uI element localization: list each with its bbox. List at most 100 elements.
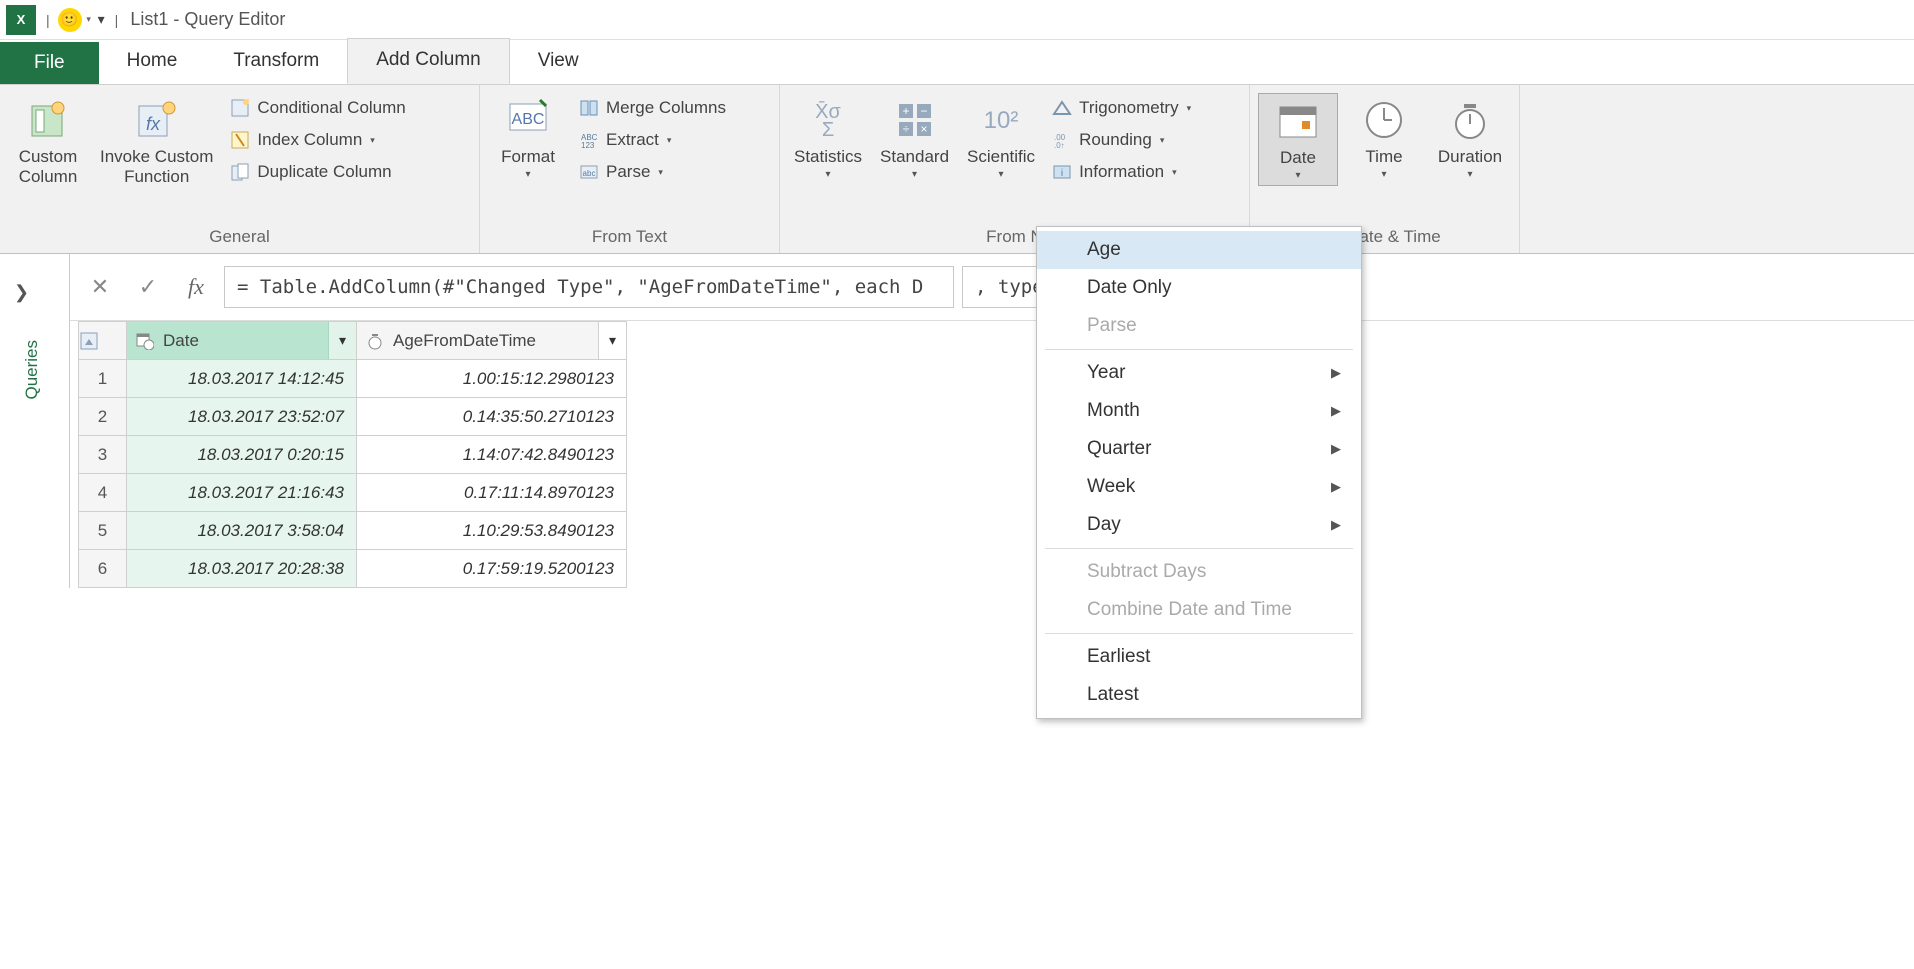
svg-text:ABC: ABC [512,111,545,128]
menu-item-quarter[interactable]: Quarter▶ [1037,430,1361,468]
formula-cancel-button[interactable]: ✕ [80,269,120,305]
menu-item-age-label: Age [1087,239,1121,261]
custom-column-label: Custom Column [19,147,78,188]
menu-item-latest-label: Latest [1087,684,1139,706]
chevron-down-icon: ▾ [609,332,616,349]
scientific-button[interactable]: 10² Scientific ▾ [961,93,1041,184]
cell-date[interactable]: 18.03.2017 14:12:45 [127,360,357,398]
index-column-dropdown-icon: ▾ [370,135,375,146]
cell-date[interactable]: 18.03.2017 21:16:43 [127,474,357,512]
column-header-date[interactable]: Date ▾ [127,322,357,360]
row-number[interactable]: 1 [79,360,127,398]
cell-date[interactable]: 18.03.2017 20:28:38 [127,550,357,588]
rounding-dropdown-icon: ▾ [1160,135,1165,146]
smiley-dropdown[interactable]: ▾ [84,8,94,32]
time-button[interactable]: Time ▾ [1344,93,1424,184]
format-button[interactable]: ABC Format ▾ [488,93,568,184]
menu-separator [1045,349,1353,350]
duration-button[interactable]: Duration ▾ [1430,93,1510,184]
tab-view[interactable]: View [510,40,607,84]
table-corner-button[interactable] [79,322,127,360]
queries-pane-label[interactable]: Queries [22,340,42,400]
cell-agefromdatetime[interactable]: 0.17:59:19.5200123 [357,550,627,588]
fx-icon: fx [176,269,216,305]
column-header-age[interactable]: AgeFromDateTime ▾ [357,322,627,360]
cell-date[interactable]: 18.03.2017 23:52:07 [127,398,357,436]
cell-agefromdatetime[interactable]: 0.14:35:50.2710123 [357,398,627,436]
parse-button[interactable]: abc Parse ▾ [574,159,730,185]
custom-column-button[interactable]: Custom Column [8,93,88,192]
trigonometry-button[interactable]: Trigonometry ▾ [1047,95,1195,121]
row-number[interactable]: 6 [79,550,127,588]
format-icon: ABC [505,97,551,143]
menu-item-week-label: Week [1087,476,1135,498]
tab-file[interactable]: File [0,42,99,84]
formula-commit-button[interactable]: ✓ [128,269,168,305]
tab-transform[interactable]: Transform [205,40,347,84]
svg-text:−: − [920,104,927,118]
table-row[interactable]: 318.03.2017 0:20:151.14:07:42.8490123 [79,436,627,474]
menu-item-year[interactable]: Year▶ [1037,354,1361,392]
cell-agefromdatetime[interactable]: 0.17:11:14.8970123 [357,474,627,512]
queries-expand-chevron-icon[interactable]: ❯ [0,274,43,311]
conditional-column-button[interactable]: Conditional Column [225,95,409,121]
cell-agefromdatetime[interactable]: 1.14:07:42.8490123 [357,436,627,474]
duplicate-column-button[interactable]: Duplicate Column [225,159,409,185]
menu-item-subtract-days-label: Subtract Days [1087,561,1206,583]
menu-item-month[interactable]: Month▶ [1037,392,1361,430]
standard-label: Standard [880,147,949,167]
svg-text:+: + [902,104,909,118]
standard-button[interactable]: +−÷× Standard ▾ [874,93,955,184]
menu-item-subtract-days: Subtract Days [1037,553,1361,591]
table-row[interactable]: 218.03.2017 23:52:070.14:35:50.2710123 [79,398,627,436]
table-row[interactable]: 518.03.2017 3:58:041.10:29:53.8490123 [79,512,627,550]
menu-item-date-only[interactable]: Date Only [1037,269,1361,307]
tab-home[interactable]: Home [99,40,206,84]
conditional-column-label: Conditional Column [257,98,405,118]
tab-add-column[interactable]: Add Column [347,38,510,84]
smiley-icon[interactable]: 🙂 [58,8,82,32]
svg-text:×: × [920,122,927,136]
menu-item-age[interactable]: Age [1037,231,1361,269]
menu-item-day[interactable]: Day▶ [1037,506,1361,544]
column-filter-date[interactable]: ▾ [328,322,356,359]
index-column-icon [229,129,251,151]
table-row[interactable]: 618.03.2017 20:28:380.17:59:19.5200123 [79,550,627,588]
duration-label: Duration [1438,147,1502,167]
trigonometry-dropdown-icon: ▾ [1187,103,1192,114]
date-dropdown-icon: ▾ [1295,170,1300,181]
merge-columns-button[interactable]: Merge Columns [574,95,730,121]
title-separator: | [46,12,50,28]
formula-bar: ✕ ✓ fx [70,254,1914,321]
statistics-button[interactable]: X̄σΣ Statistics ▾ [788,93,868,184]
column-filter-age[interactable]: ▾ [598,322,626,359]
title-separator-2: | [115,12,119,28]
menu-item-week[interactable]: Week▶ [1037,468,1361,506]
information-button[interactable]: i Information ▾ [1047,159,1195,185]
svg-text:Σ: Σ [822,119,834,141]
qat-customize-dropdown[interactable]: ▾ [98,11,105,28]
row-number[interactable]: 2 [79,398,127,436]
window-title: List1 - Query Editor [130,9,285,30]
table-row[interactable]: 118.03.2017 14:12:451.00:15:12.2980123 [79,360,627,398]
row-number[interactable]: 3 [79,436,127,474]
table-row[interactable]: 418.03.2017 21:16:430.17:11:14.8970123 [79,474,627,512]
formula-input-left[interactable] [224,266,954,308]
invoke-custom-function-button[interactable]: fx Invoke Custom Function [94,93,219,192]
index-column-button[interactable]: Index Column ▾ [225,127,409,153]
cell-agefromdatetime[interactable]: 1.00:15:12.2980123 [357,360,627,398]
ribbon: Custom Column fx Invoke Custom Function … [0,84,1914,254]
extract-button[interactable]: ABC123 Extract ▾ [574,127,730,153]
rounding-button[interactable]: .00.0↑ Rounding ▾ [1047,127,1195,153]
menu-item-month-label: Month [1087,400,1140,422]
row-number[interactable]: 4 [79,474,127,512]
row-number[interactable]: 5 [79,512,127,550]
cell-date[interactable]: 18.03.2017 3:58:04 [127,512,357,550]
cell-date[interactable]: 18.03.2017 0:20:15 [127,436,357,474]
date-icon [1275,98,1321,144]
cell-agefromdatetime[interactable]: 1.10:29:53.8490123 [357,512,627,550]
menu-item-latest[interactable]: Latest [1037,676,1361,714]
menu-item-earliest[interactable]: Earliest [1037,638,1361,676]
index-column-label: Index Column [257,130,362,150]
date-button[interactable]: Date ▾ [1258,93,1338,186]
